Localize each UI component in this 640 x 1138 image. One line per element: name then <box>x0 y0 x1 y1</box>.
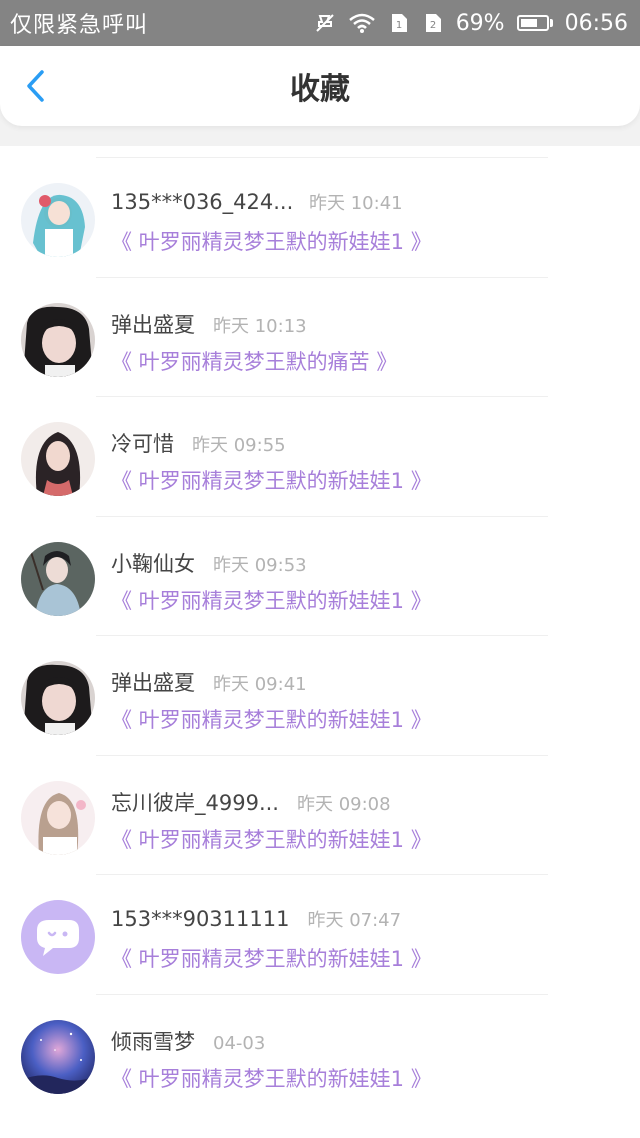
status-icons: 1 2 69% 06:56 <box>314 11 628 36</box>
list-item[interactable]: 冷可惜 昨天 09:55 《 叶罗丽精灵梦王默的新娃娃1 》 <box>0 385 640 505</box>
user-name[interactable]: 153***90311111 <box>111 907 289 931</box>
chevron-left-icon <box>27 70 44 102</box>
user-name[interactable]: 小鞠仙女 <box>111 548 195 578</box>
timestamp: 昨天 10:13 <box>213 315 307 337</box>
book-title-link[interactable]: 《 叶罗丽精灵梦王默的新娃娃1 》 <box>111 824 432 854</box>
timestamp: 昨天 09:53 <box>213 554 307 576</box>
timestamp: 04-03 <box>213 1032 266 1054</box>
avatar[interactable] <box>21 661 95 735</box>
list-item[interactable]: 小鞠仙女 昨天 09:53 《 叶罗丽精灵梦王默的新娃娃1 》 <box>0 505 640 625</box>
divider <box>96 396 548 397</box>
user-name[interactable]: 135***036_424... <box>111 190 293 214</box>
book-title-link[interactable]: 《 叶罗丽精灵梦王默的新娃娃1 》 <box>111 1063 432 1093</box>
timestamp: 昨天 10:41 <box>309 193 403 214</box>
list-item[interactable]: 135***036_424... 昨天 10:41 《 叶罗丽精灵梦王默的新娃娃1 … <box>0 146 640 266</box>
divider <box>96 754 548 756</box>
book-title-link[interactable]: 《 叶罗丽精灵梦王默的新娃娃1 》 <box>111 465 432 495</box>
carrier-text: 仅限紧急呼叫 <box>10 13 149 38</box>
divider <box>96 157 548 158</box>
list-item[interactable]: 弹出盛夏 昨天 09:41 《 叶罗丽精灵梦王默的新娃娃1 》 <box>0 624 640 744</box>
mute-icon <box>314 12 336 34</box>
back-button[interactable] <box>16 64 56 108</box>
book-title-link[interactable]: 《 叶罗丽精灵梦王默的痛苦 》 <box>111 346 397 376</box>
svg-text:2: 2 <box>430 20 436 31</box>
book-title-link[interactable]: 《 叶罗丽精灵梦王默的新娃娃1 》 <box>111 585 432 615</box>
book-title-link[interactable]: 《 叶罗丽精灵梦王默的新娃娃1 》 <box>111 226 432 256</box>
divider <box>96 993 548 995</box>
divider <box>96 276 548 278</box>
avatar[interactable] <box>21 541 95 616</box>
user-name[interactable]: 倾雨雪梦 <box>111 1026 195 1056</box>
nav-header: 收藏 <box>0 46 640 126</box>
wifi-icon <box>348 12 376 34</box>
battery-icon <box>516 15 553 31</box>
book-title-link[interactable]: 《 叶罗丽精灵梦王默的新娃娃1 》 <box>111 943 432 973</box>
meta-row: 弹出盛夏 昨天 10:13 <box>111 309 307 339</box>
user-name[interactable]: 冷可惜 <box>111 428 174 458</box>
avatar[interactable] <box>21 183 95 257</box>
clock: 06:56 <box>564 10 628 36</box>
status-bar: 仅限紧急呼叫 1 2 69% 06:56 <box>0 0 640 46</box>
list-item[interactable]: 忘川彼岸_4999... 昨天 09:08 《 叶罗丽精灵梦王默的新娃娃1 》 <box>0 744 640 864</box>
meta-row: 小鞠仙女 昨天 09:53 <box>111 548 307 578</box>
meta-row: 135***036_424... 昨天 10:41 <box>111 189 403 219</box>
battery-percent: 69% <box>455 10 505 36</box>
book-title-link[interactable]: 《 叶罗丽精灵梦王默的新娃娃1 》 <box>111 704 432 734</box>
timestamp: 昨天 09:55 <box>192 435 286 456</box>
sim2-icon: 2 <box>422 12 444 34</box>
meta-row: 忘川彼岸_4999... 昨天 09:08 <box>111 787 391 817</box>
favorites-list: 135***036_424... 昨天 10:41 《 叶罗丽精灵梦王默的新娃娃1 … <box>0 146 640 1138</box>
page-title: 收藏 <box>290 72 350 107</box>
list-item[interactable]: 弹出盛夏 昨天 10:13 《 叶罗丽精灵梦王默的痛苦 》 <box>0 266 640 386</box>
user-name[interactable]: 弹出盛夏 <box>111 309 195 339</box>
avatar[interactable] <box>21 302 95 377</box>
avatar[interactable] <box>21 780 95 855</box>
timestamp: 昨天 09:41 <box>213 674 307 695</box>
avatar[interactable] <box>21 422 95 496</box>
sim1-icon: 1 <box>388 12 410 34</box>
timestamp: 昨天 09:08 <box>296 793 391 815</box>
meta-row: 153***90311111 昨天 07:47 <box>111 906 401 936</box>
meta-row: 弹出盛夏 昨天 09:41 <box>111 667 307 697</box>
divider <box>96 515 548 517</box>
timestamp: 昨天 07:47 <box>307 910 402 931</box>
user-name[interactable]: 忘川彼岸_4999... <box>111 787 279 817</box>
meta-row: 倾雨雪梦 04-03 <box>111 1026 265 1056</box>
svg-text:1: 1 <box>396 20 402 31</box>
avatar[interactable] <box>21 900 95 974</box>
divider <box>96 635 548 636</box>
user-name[interactable]: 弹出盛夏 <box>111 667 195 697</box>
avatar[interactable] <box>21 1019 95 1094</box>
meta-row: 冷可惜 昨天 09:55 <box>111 428 286 458</box>
divider <box>96 874 548 875</box>
list-item[interactable]: 153***90311111 昨天 07:47 《 叶罗丽精灵梦王默的新娃娃1 》 <box>0 863 640 983</box>
list-item[interactable]: 倾雨雪梦 04-03 《 叶罗丽精灵梦王默的新娃娃1 》 <box>0 983 640 1103</box>
